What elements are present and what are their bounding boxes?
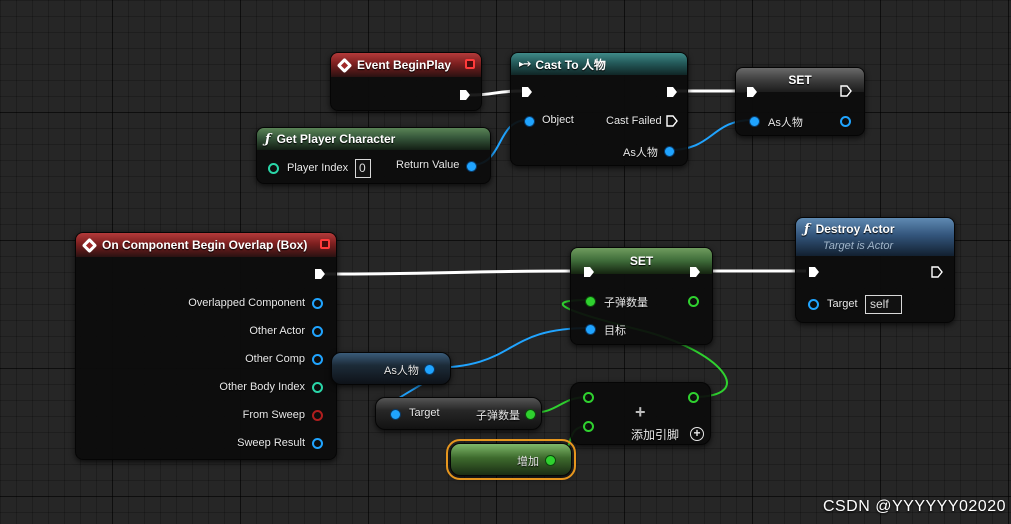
overlap-title: On Component Begin Overlap (Box): [102, 238, 308, 252]
get-bullet-count-label: 子弹数量: [476, 410, 520, 422]
set-top-exec-out-pin[interactable]: [840, 85, 852, 97]
sweep-result-pin[interactable]: [312, 438, 323, 449]
set-target-label: 目标: [604, 325, 626, 337]
set-top-node[interactable]: SET As人物: [735, 67, 865, 136]
return-value-pin[interactable]: [466, 161, 477, 172]
add-plus-icon: +: [635, 402, 646, 422]
cast-to-header: ▸➔ Cast To 人物: [511, 53, 687, 75]
player-index-input[interactable]: 0: [355, 159, 371, 178]
other-actor-pin[interactable]: [312, 326, 323, 337]
exec-wire-overlap-set: [324, 269, 585, 276]
increment-node[interactable]: 增加: [446, 439, 576, 480]
exec-out-pin[interactable]: [459, 89, 471, 101]
destroy-target-pin[interactable]: [808, 299, 819, 310]
set-top-exec-in-pin[interactable]: [746, 86, 758, 98]
player-index-label: Player Index: [287, 162, 349, 174]
set-bullet-count-label: 子弹数量: [604, 297, 648, 309]
cast-to-title: Cast To 人物: [535, 57, 606, 72]
set-top-as-label: As人物: [768, 117, 803, 129]
set-target-pin[interactable]: [585, 324, 596, 335]
other-comp-label: Other Comp: [245, 353, 305, 365]
add-node[interactable]: + 添加引脚 +: [570, 382, 711, 445]
increment-label: 增加: [517, 456, 539, 468]
from-sweep-pin[interactable]: [312, 410, 323, 421]
overlapped-component-label: Overlapped Component: [188, 297, 305, 309]
destroy-exec-in-pin[interactable]: [808, 266, 820, 278]
get-target-pin[interactable]: [390, 409, 401, 420]
from-sweep-label: From Sweep: [242, 409, 305, 421]
set-bottom-node[interactable]: SET 子弹数量 目标: [570, 247, 713, 345]
get-bullet-count-out-pin[interactable]: [525, 409, 536, 420]
other-body-index-pin[interactable]: [312, 382, 323, 393]
sweep-result-label: Sweep Result: [237, 437, 305, 449]
blueprint-graph-canvas[interactable]: Event BeginPlay ▸➔ Cast To 人物 Object Cas…: [0, 0, 1011, 524]
event-stop-icon: [320, 239, 330, 249]
destroy-actor-subtitle: Target is Actor: [823, 240, 894, 252]
cast-failed-exec-pin[interactable]: [666, 115, 678, 127]
cast-object-pin[interactable]: [524, 116, 535, 127]
get-target-label: Target: [409, 407, 440, 419]
watermark: CSDN @YYYYYY02020: [822, 498, 1006, 515]
overlap-header: On Component Begin Overlap (Box): [76, 233, 336, 257]
set-top-as-out-pin[interactable]: [840, 116, 851, 127]
as-variable-node[interactable]: As人物: [331, 352, 451, 385]
destroy-target-label: Target: [827, 298, 858, 310]
destroy-target-input[interactable]: self: [865, 295, 902, 314]
set-bottom-title: SET: [629, 254, 654, 268]
cast-failed-label: Cast Failed: [606, 115, 662, 127]
add-input-a-pin[interactable]: [583, 392, 594, 403]
event-beginplay-node[interactable]: Event BeginPlay: [330, 52, 482, 111]
as-variable-label: As人物: [384, 365, 419, 377]
cast-arrows-icon: ▸➔: [519, 58, 531, 70]
cast-exec-out-pin[interactable]: [666, 86, 678, 98]
event-diamond-icon: [81, 237, 98, 253]
event-stop-icon: [465, 59, 475, 69]
increment-out-pin[interactable]: [545, 455, 556, 466]
cast-as-pin[interactable]: [664, 146, 675, 157]
set-top-as-in-pin[interactable]: [749, 116, 760, 127]
cast-object-label: Object: [542, 114, 574, 126]
player-index-pin[interactable]: [268, 163, 279, 174]
get-player-character-header: ƒ Get Player Character: [257, 128, 490, 150]
destroy-exec-out-pin[interactable]: [931, 266, 943, 278]
return-value-label: Return Value: [396, 159, 460, 171]
object-wire-asvar-to-target: [428, 327, 591, 369]
add-pin-plus-icon[interactable]: +: [690, 427, 704, 441]
other-actor-label: Other Actor: [249, 325, 305, 337]
set-bottom-exec-out-pin[interactable]: [689, 266, 701, 278]
as-variable-out-pin[interactable]: [424, 364, 435, 375]
get-bullet-count-node[interactable]: Target 子弹数量: [375, 397, 542, 430]
get-player-character-title: Get Player Character: [276, 132, 396, 146]
event-beginplay-title: Event BeginPlay: [357, 58, 452, 72]
add-output-pin[interactable]: [688, 392, 699, 403]
set-bullet-count-out-pin[interactable]: [688, 296, 699, 307]
overlap-exec-out-pin[interactable]: [314, 268, 326, 280]
other-comp-pin[interactable]: [312, 354, 323, 365]
get-player-character-node[interactable]: ƒ Get Player Character Player Index 0 Re…: [256, 127, 491, 184]
set-top-title: SET: [788, 73, 812, 87]
cast-as-label: As人物: [623, 147, 658, 159]
overlapped-component-pin[interactable]: [312, 298, 323, 309]
other-body-index-label: Other Body Index: [219, 381, 305, 393]
add-input-b-pin[interactable]: [583, 421, 594, 432]
event-beginplay-header: Event BeginPlay: [331, 53, 481, 77]
on-component-begin-overlap-node[interactable]: On Component Begin Overlap (Box) Overlap…: [75, 232, 337, 460]
destroy-actor-node[interactable]: ƒ Destroy Actor Target is Actor Target s…: [795, 217, 955, 323]
function-icon: ƒ: [804, 222, 810, 237]
destroy-actor-title: Destroy Actor: [815, 222, 895, 236]
cast-exec-in-pin[interactable]: [521, 86, 533, 98]
add-pin-label[interactable]: 添加引脚: [631, 426, 679, 443]
function-icon: ƒ: [265, 131, 271, 147]
cast-to-node[interactable]: ▸➔ Cast To 人物 Object Cast Failed As人物: [510, 52, 688, 166]
set-bullet-count-in-pin[interactable]: [585, 296, 596, 307]
event-diamond-icon: [336, 57, 353, 73]
set-bottom-exec-in-pin[interactable]: [583, 266, 595, 278]
